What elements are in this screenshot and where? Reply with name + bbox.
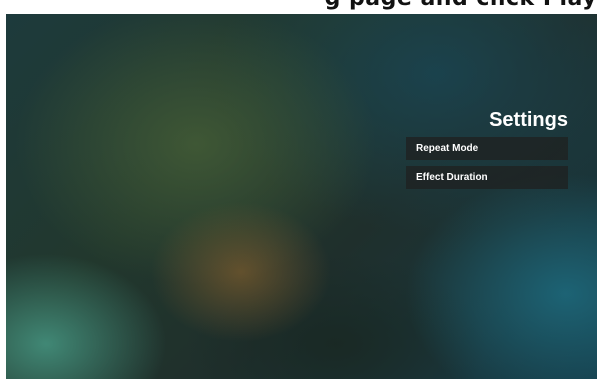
menu-item-label: Effect Duration <box>416 172 488 183</box>
settings-title: Settings <box>489 109 568 131</box>
settings-panel: Settings Repeat Mode Effect Duration <box>406 108 568 195</box>
app-screen: Settings Repeat Mode Effect Duration <box>6 14 597 379</box>
menu-item-effect-duration[interactable]: Effect Duration <box>406 166 568 189</box>
top-strip-text: g page and click Play <box>325 0 597 11</box>
menu-item-label: Repeat Mode <box>416 143 479 154</box>
top-text-strip: g page and click Play <box>0 0 603 14</box>
menu-item-repeat-mode[interactable]: Repeat Mode <box>406 137 568 160</box>
